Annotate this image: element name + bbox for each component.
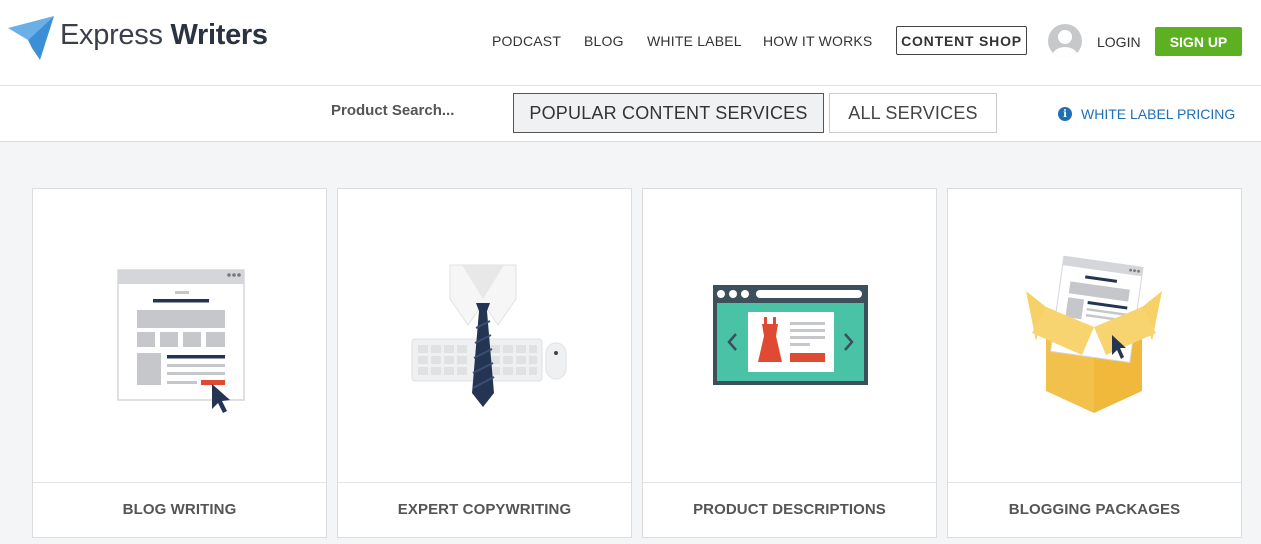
user-avatar-icon[interactable]	[1048, 24, 1082, 58]
paper-plane-icon	[8, 16, 54, 60]
card-image	[33, 189, 326, 483]
product-search[interactable]: Product Search...	[331, 102, 454, 119]
nav-how-it-works[interactable]: HOW IT WORKS	[763, 33, 872, 49]
tab-popular-content-services[interactable]: POPULAR CONTENT SERVICES	[513, 93, 824, 133]
site-header: Express Writers PODCAST BLOG WHITE LABEL…	[0, 0, 1261, 86]
tie-keyboard-icon	[411, 264, 567, 407]
login-link[interactable]: LOGIN	[1097, 34, 1141, 50]
card-label: BLOG WRITING	[122, 501, 237, 518]
content-shop-button[interactable]: CONTENT SHOP	[896, 26, 1027, 55]
product-card-expert-copywriting[interactable]: EXPERT COPYWRITING	[337, 188, 632, 538]
logo[interactable]: Express Writers	[8, 14, 268, 62]
info-icon: i	[1058, 107, 1072, 121]
tab-all-services[interactable]: ALL SERVICES	[829, 93, 997, 133]
nav-white-label[interactable]: WHITE LABEL	[647, 33, 742, 49]
product-card-blog-writing[interactable]: BLOG WRITING	[32, 188, 327, 538]
shop-toolbar: Product Search... POPULAR CONTENT SERVIC…	[0, 86, 1261, 142]
logo-text: Express Writers	[60, 19, 268, 51]
nav-blog[interactable]: BLOG	[584, 33, 624, 49]
product-card-product-descriptions[interactable]: PRODUCT DESCRIPTIONS	[642, 188, 937, 538]
card-label: BLOGGING PACKAGES	[1008, 501, 1181, 518]
card-image	[948, 189, 1241, 483]
signup-button[interactable]: SIGN UP	[1155, 27, 1242, 56]
card-label: PRODUCT DESCRIPTIONS	[693, 501, 886, 518]
product-card-blogging-packages[interactable]: BLOGGING PACKAGES	[947, 188, 1242, 538]
user-silhouette-icon	[1052, 30, 1078, 58]
nav-podcast[interactable]: PODCAST	[492, 33, 561, 49]
white-label-pricing-label: WHITE LABEL PRICING	[1081, 106, 1236, 122]
package-box-icon	[1026, 255, 1162, 413]
card-label: EXPERT COPYWRITING	[397, 501, 572, 518]
card-image	[338, 189, 631, 483]
white-label-pricing-link[interactable]: i WHITE LABEL PRICING	[1058, 106, 1235, 122]
blog-page-icon	[117, 269, 245, 413]
card-image	[643, 189, 936, 483]
product-carousel-icon	[713, 285, 868, 385]
